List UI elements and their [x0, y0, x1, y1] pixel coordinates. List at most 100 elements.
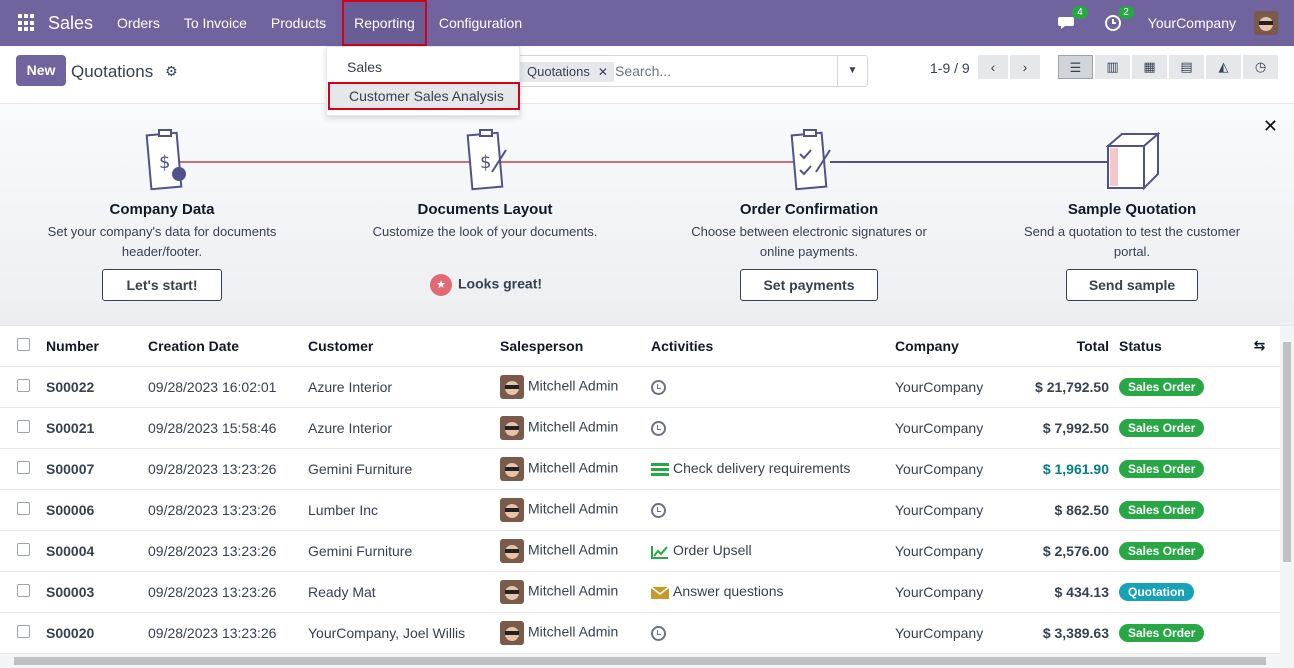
- row-checkbox[interactable]: [17, 378, 30, 392]
- activity-cell: Order Upsell: [651, 530, 895, 572]
- tasks-icon[interactable]: [651, 462, 669, 477]
- search-options-toggle[interactable]: ▼: [837, 56, 867, 86]
- activity-summary[interactable]: Answer questions: [673, 583, 784, 599]
- table-row[interactable]: S00022 09/28/2023 16:02:01 Azure Interior M…: [0, 366, 1280, 408]
- avatar: [500, 415, 524, 440]
- status-badge: Sales Order: [1119, 418, 1205, 437]
- step-title: Company Data: [109, 201, 215, 218]
- pager-previous-icon[interactable]: ‹: [978, 55, 1008, 79]
- search-input[interactable]: Search...: [615, 63, 671, 79]
- graph-view-icon[interactable]: ◭: [1206, 55, 1241, 79]
- company-data-icon: $: [145, 129, 186, 191]
- pager-next-icon[interactable]: ›: [1010, 55, 1040, 79]
- avatar: [500, 497, 524, 522]
- table-row[interactable]: S00006 09/28/2023 13:23:26 Lumber Inc Mitch…: [0, 489, 1280, 531]
- table-row[interactable]: S00021 09/28/2023 15:58:46 Azure Interior M…: [0, 407, 1280, 449]
- messages-icon[interactable]: 4: [1057, 6, 1088, 32]
- column-header-creation-date[interactable]: Creation Date: [148, 326, 308, 367]
- order-number: S00020: [46, 612, 148, 654]
- salesperson-name: Mitchell Admin: [528, 459, 619, 476]
- status-cell: Sales Order: [1119, 612, 1239, 654]
- dropdown-item-customer-sales-analysis[interactable]: Customer Sales Analysis: [328, 82, 520, 110]
- menu-configuration[interactable]: Configuration: [439, 0, 522, 46]
- company-switcher[interactable]: YourCompany: [1148, 15, 1236, 31]
- activity-summary[interactable]: Check delivery requirements: [673, 460, 850, 476]
- activity-cell: [651, 489, 895, 531]
- search-bar[interactable]: Quotations ✕ Search... ▼: [508, 55, 868, 87]
- apps-menu-icon[interactable]: [18, 14, 36, 32]
- send-sample-button[interactable]: Send sample: [1066, 269, 1198, 301]
- list-view-icon[interactable]: ☰: [1058, 55, 1093, 79]
- row-checkbox[interactable]: [17, 501, 30, 515]
- optional-columns-icon[interactable]: ⇆: [1239, 326, 1280, 367]
- app-brand[interactable]: Sales: [48, 13, 93, 34]
- set-payments-button[interactable]: Set payments: [740, 269, 878, 301]
- facet-label: Quotations: [527, 64, 590, 79]
- customer-name: Gemini Furniture: [308, 530, 500, 572]
- order-number: S00004: [46, 530, 148, 572]
- row-end-cell: [1239, 407, 1280, 449]
- clock-icon[interactable]: [651, 502, 666, 518]
- pivot-view-icon[interactable]: ▤: [1169, 55, 1204, 79]
- salesperson-name: Mitchell Admin: [528, 582, 619, 599]
- salesperson: Mitchell Admin: [500, 530, 651, 572]
- order-number: S00007: [46, 448, 148, 490]
- activities-clock-icon[interactable]: 2: [1104, 6, 1134, 32]
- user-avatar[interactable]: [1254, 11, 1278, 35]
- column-header-customer[interactable]: Customer: [308, 326, 500, 367]
- menu-orders[interactable]: Orders: [117, 0, 160, 46]
- vertical-scrollbar[interactable]: [1280, 326, 1294, 656]
- company-name: YourCompany: [895, 448, 1005, 490]
- table-row[interactable]: S00004 09/28/2023 13:23:26 Gemini Furnitur…: [0, 530, 1280, 572]
- row-checkbox[interactable]: [17, 624, 30, 638]
- quotations-list: Number Creation Date Customer Salesperso…: [0, 326, 1280, 656]
- company-name: YourCompany: [895, 612, 1005, 654]
- status-badge: Quotation: [1119, 582, 1194, 601]
- order-number: S00021: [46, 407, 148, 449]
- table-row[interactable]: S00007 09/28/2023 13:23:26 Gemini Furnitur…: [0, 448, 1280, 490]
- clock-icon[interactable]: [651, 420, 666, 436]
- onboarding-panel: ✕ $ $ Company Data Set your company's da…: [0, 104, 1294, 326]
- row-checkbox[interactable]: [17, 419, 30, 433]
- pager-value[interactable]: 1-9 / 9: [930, 60, 970, 76]
- control-panel: New Quotations ⚙ Quotations ✕ Search... ▼…: [0, 46, 1294, 104]
- company-name: YourCompany: [895, 489, 1005, 531]
- menu-reporting[interactable]: Reporting: [342, 0, 427, 46]
- customer-name: Lumber Inc: [308, 489, 500, 531]
- dropdown-item-sales[interactable]: Sales: [347, 59, 382, 75]
- status-cell: Sales Order: [1119, 366, 1239, 408]
- horizontal-scrollbar[interactable]: [0, 654, 1294, 668]
- activity-summary[interactable]: Order Upsell: [673, 542, 752, 558]
- column-header-status[interactable]: Status: [1119, 326, 1239, 367]
- activity-cell: Check delivery requirements: [651, 448, 895, 490]
- select-all-checkbox[interactable]: [17, 337, 30, 351]
- table-row[interactable]: S00003 09/28/2023 13:23:26 Ready Mat Mitche…: [0, 571, 1280, 613]
- gear-icon[interactable]: ⚙: [165, 63, 178, 80]
- column-header-activities[interactable]: Activities: [651, 326, 895, 367]
- table-row[interactable]: S00020 09/28/2023 13:23:26 YourCompany, Jo…: [0, 612, 1280, 654]
- clock-icon[interactable]: [651, 379, 666, 395]
- column-header-salesperson[interactable]: Salesperson: [500, 326, 651, 367]
- close-icon[interactable]: ✕: [1263, 116, 1278, 137]
- calendar-view-icon[interactable]: ▦: [1132, 55, 1167, 79]
- kanban-view-icon[interactable]: ▥: [1095, 55, 1130, 79]
- search-facet: Quotations ✕: [519, 62, 614, 82]
- clock-icon[interactable]: [651, 625, 666, 641]
- salesperson: Mitchell Admin: [500, 366, 651, 408]
- avatar: [500, 538, 524, 563]
- remove-facet-icon[interactable]: ✕: [598, 65, 608, 79]
- line-chart-icon[interactable]: [651, 545, 669, 559]
- row-select-cell: [0, 448, 46, 490]
- lets-start-button[interactable]: Let's start!: [102, 269, 222, 301]
- column-header-total[interactable]: Total: [1005, 326, 1119, 367]
- activity-view-icon[interactable]: ◷: [1243, 55, 1278, 79]
- envelope-icon[interactable]: [651, 586, 669, 600]
- row-checkbox[interactable]: [17, 460, 30, 474]
- row-checkbox[interactable]: [17, 583, 30, 597]
- menu-products[interactable]: Products: [271, 0, 326, 46]
- new-button[interactable]: New: [16, 55, 66, 86]
- column-header-company[interactable]: Company: [895, 326, 1005, 367]
- menu-to-invoice[interactable]: To Invoice: [184, 0, 247, 46]
- column-header-number[interactable]: Number: [46, 326, 148, 367]
- row-checkbox[interactable]: [17, 542, 30, 556]
